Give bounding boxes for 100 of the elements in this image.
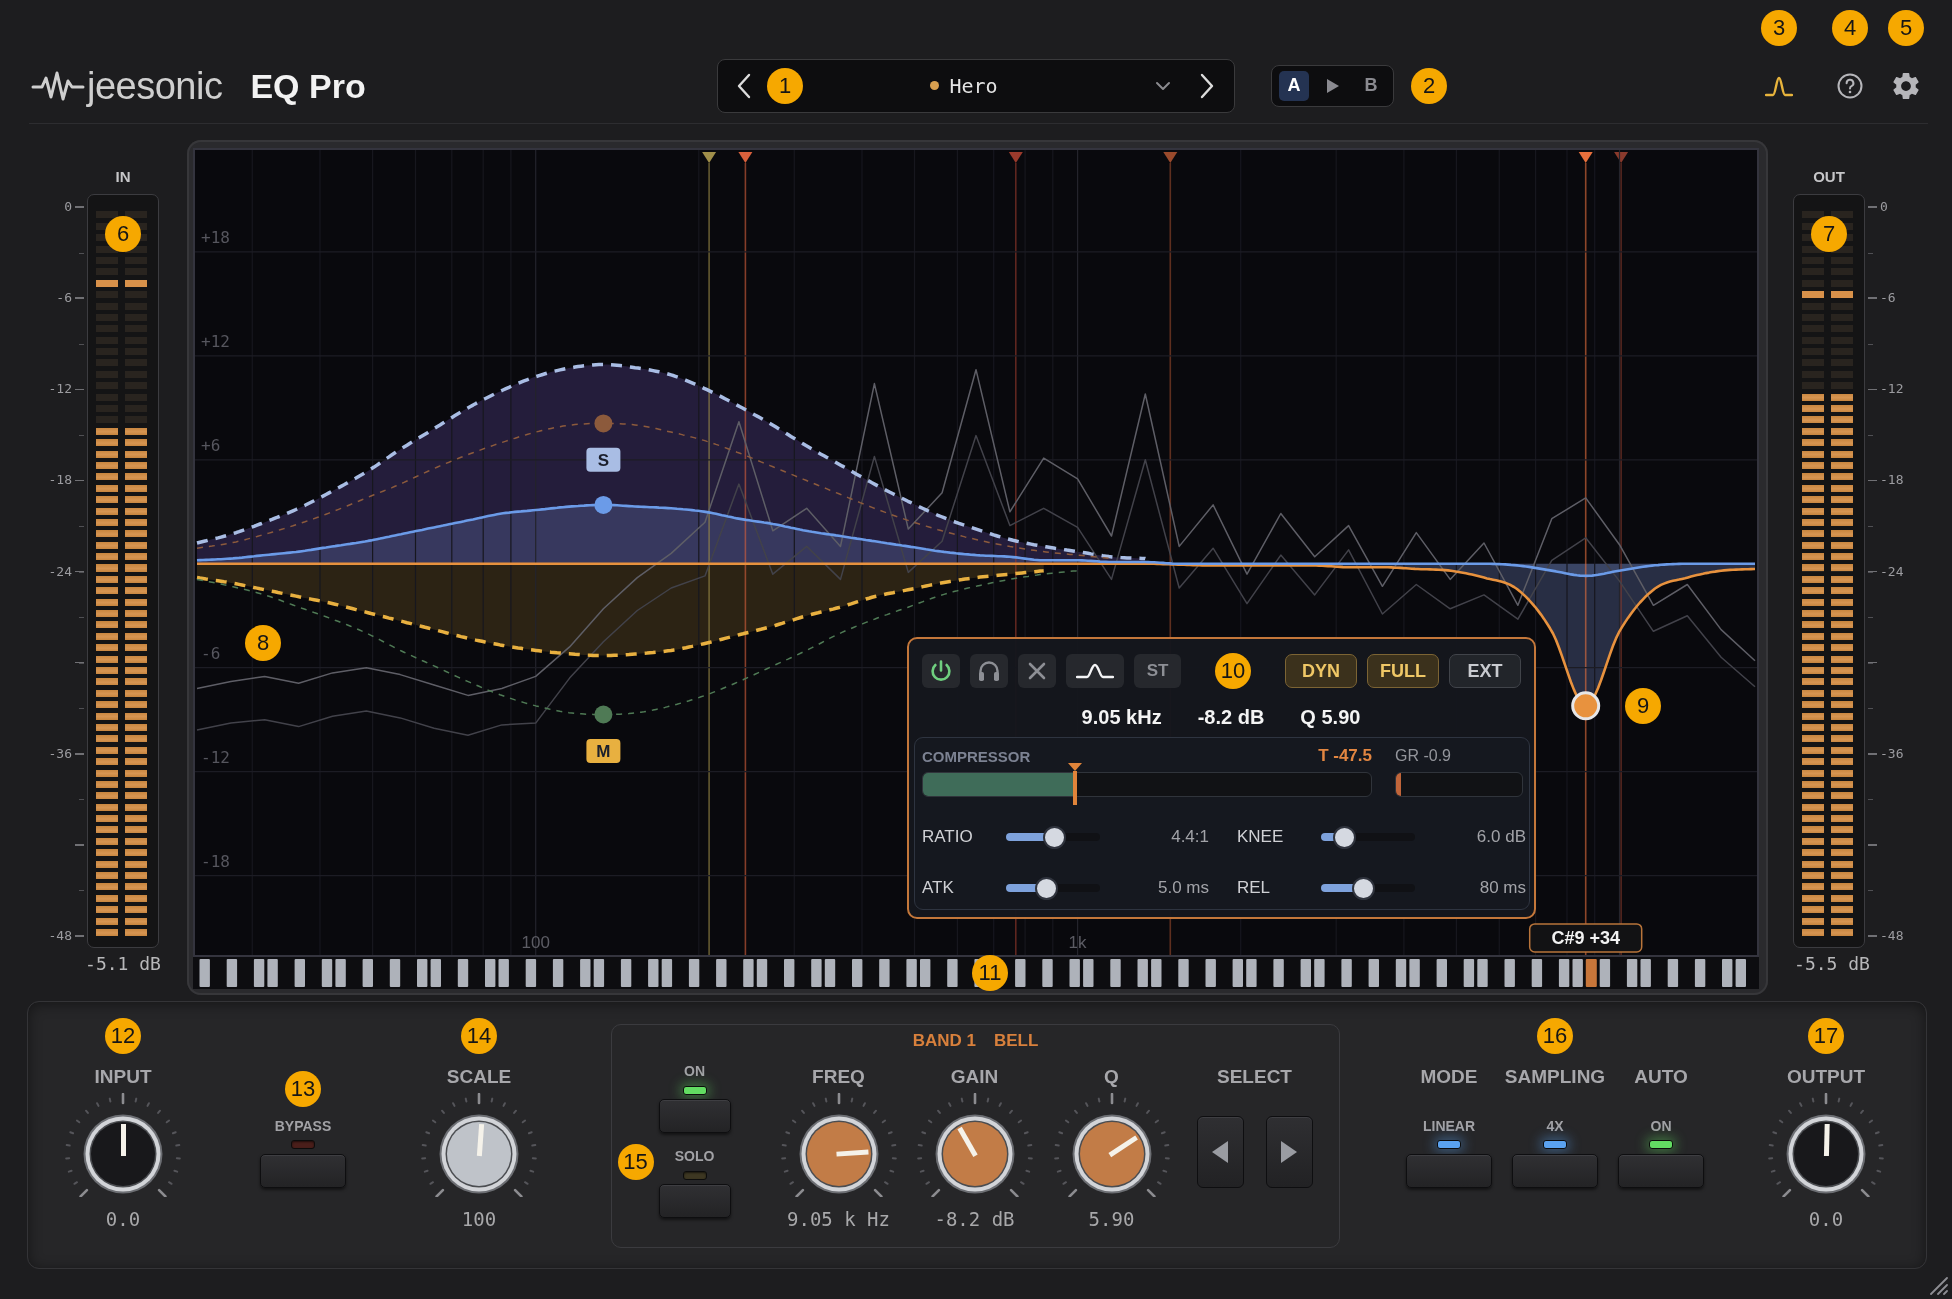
param-value: 4.4:1 <box>1170 827 1209 847</box>
help-icon[interactable] <box>1837 72 1863 99</box>
preset-name[interactable]: Hero <box>949 73 998 98</box>
scale-label: 0 <box>64 199 72 215</box>
band-readout: 9.05 kHz <box>1081 705 1162 730</box>
knob[interactable] <box>1786 1114 1866 1194</box>
annotation: S <box>597 450 610 470</box>
param-value: 80 ms <box>1478 878 1526 898</box>
knob-value: 5.90 <box>1088 1207 1135 1230</box>
scale-label: -18 <box>1880 472 1904 489</box>
resize-grip-icon[interactable] <box>1928 1275 1948 1295</box>
knob-label: FREQ <box>812 1064 865 1089</box>
scale-label: -6 <box>1880 290 1896 307</box>
knob-label: SELECT <box>1217 1064 1292 1089</box>
note-tag: C#9 +34 <box>1528 923 1643 953</box>
knob[interactable] <box>1071 1113 1152 1194</box>
callout-number: 13 <box>285 1071 321 1107</box>
ab-slot-button[interactable]: B <box>1356 70 1386 101</box>
knob-label: Q <box>1104 1064 1119 1089</box>
piano-keyboard[interactable] <box>193 957 1759 989</box>
annotation: C#9 +34 <box>1551 928 1620 949</box>
axis-label: +12 <box>201 331 230 351</box>
callout-number: 10 <box>1215 653 1251 689</box>
toggle-button[interactable]: EXT <box>1449 654 1521 688</box>
axis-label: 1k <box>1068 933 1087 952</box>
chevron-right-icon[interactable] <box>1199 72 1215 99</box>
power-button[interactable] <box>922 654 960 688</box>
slider-thumb[interactable] <box>1351 876 1375 900</box>
knob[interactable] <box>83 1114 163 1194</box>
band-handle[interactable] <box>1571 691 1601 721</box>
slider-thumb[interactable] <box>1043 825 1067 849</box>
button-label: ON <box>684 1062 705 1080</box>
knob-label: INPUT <box>94 1065 152 1089</box>
band-node[interactable] <box>594 705 613 724</box>
scale-label: -36 <box>1880 745 1904 762</box>
slider-thumb[interactable] <box>1034 876 1058 900</box>
triangle-left-icon <box>1212 1141 1228 1163</box>
param-value: 5.0 ms <box>1156 878 1209 898</box>
axis-label: +6 <box>201 435 221 455</box>
knob-value: 9.05 k Hz <box>787 1207 890 1230</box>
peak-curve-icon[interactable] <box>1765 74 1793 97</box>
next-band-button[interactable] <box>1265 1116 1313 1188</box>
chevron-down-icon[interactable] <box>1155 80 1171 91</box>
callout-number: 8 <box>245 625 281 661</box>
toggle-button[interactable]: DYN <box>1285 654 1357 688</box>
option-label: SAMPLING <box>1504 1065 1606 1089</box>
callout-number: 4 <box>1832 9 1868 46</box>
scale-label: -12 <box>1880 381 1904 398</box>
axis-label: 100 <box>521 933 550 952</box>
knob[interactable] <box>798 1113 879 1194</box>
meter-readout: -5.5 dB <box>1793 952 1871 976</box>
param-label: KNEE <box>1237 827 1285 847</box>
settings-icon[interactable] <box>1893 72 1919 99</box>
option-setting: LINEAR <box>1422 1117 1476 1135</box>
triangle-right-icon[interactable] <box>1326 78 1339 93</box>
shape-button[interactable] <box>1066 654 1124 688</box>
knob-value: 0.0 <box>1808 1208 1844 1230</box>
param-label: REL <box>1237 878 1272 898</box>
remove-button[interactable] <box>1018 654 1056 688</box>
knob-value: -8.2 dB <box>934 1207 1015 1230</box>
threshold-handle[interactable] <box>1068 763 1083 805</box>
annotation: M <box>596 741 611 761</box>
previous-band-button[interactable] <box>1196 1116 1244 1188</box>
switch-button[interactable] <box>658 1099 731 1133</box>
scale-label: -36 <box>48 745 72 762</box>
callout-number: 1 <box>767 67 803 104</box>
meter-label: IN <box>114 167 132 187</box>
band-tag: S <box>586 447 621 472</box>
toggle-button[interactable]: ST <box>1134 654 1181 688</box>
knob[interactable] <box>934 1113 1015 1194</box>
knob-label: SCALE <box>446 1065 512 1089</box>
scale-label: -12 <box>48 381 72 398</box>
scale-label: -18 <box>48 472 72 489</box>
callout-number: 6 <box>105 216 141 252</box>
slider-thumb[interactable] <box>1333 825 1356 849</box>
toggle-button[interactable]: FULL <box>1367 654 1439 688</box>
headphones-icon <box>977 660 1001 682</box>
product-name: EQ Pro <box>250 65 366 106</box>
axis-label: -18 <box>201 851 230 871</box>
ab-slot-button[interactable]: A <box>1279 70 1309 101</box>
knob[interactable] <box>439 1114 519 1194</box>
scale-label: -24 <box>48 563 72 580</box>
axis-label: -6 <box>201 643 221 663</box>
brand-name: jeesonic <box>87 63 223 108</box>
chevron-left-icon[interactable] <box>736 72 752 99</box>
listen-button[interactable] <box>970 654 1008 688</box>
callout-number: 3 <box>1761 9 1797 46</box>
band-node[interactable] <box>594 495 613 514</box>
band-node[interactable] <box>594 414 613 433</box>
button-label: SOLO <box>674 1147 715 1165</box>
callout-number: 5 <box>1888 9 1924 46</box>
knob-label: GAIN <box>950 1064 999 1089</box>
callout-number: 9 <box>1625 688 1661 724</box>
band-readout: Q 5.90 <box>1300 705 1361 730</box>
bell-curve-icon <box>1076 663 1114 679</box>
meter-label: OUT <box>1812 167 1846 187</box>
band-readout: -8.2 dB <box>1197 705 1265 730</box>
triangle-right-icon <box>1281 1141 1297 1163</box>
callout-number: 12 <box>105 1018 141 1054</box>
switch-button[interactable] <box>658 1184 731 1218</box>
